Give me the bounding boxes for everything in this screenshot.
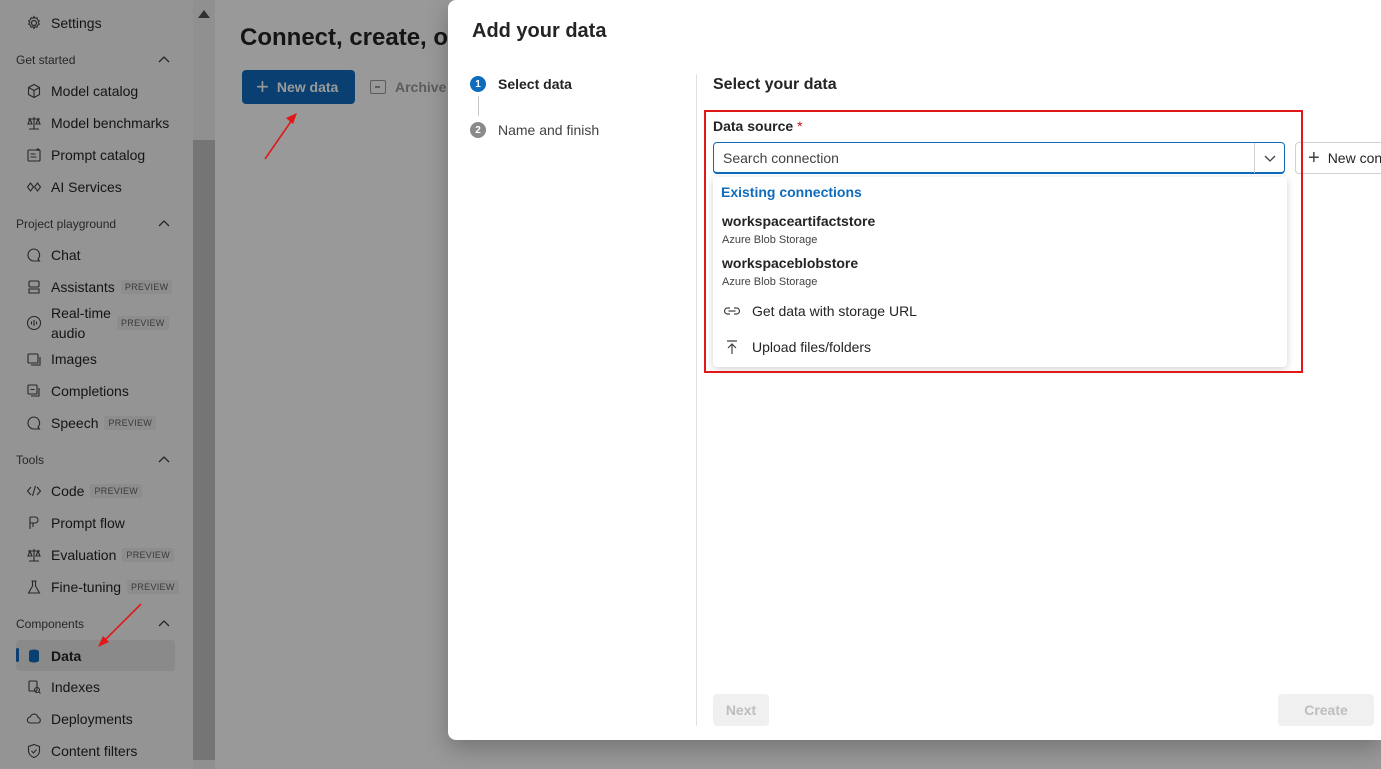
connection-option[interactable]: workspaceartifactstore Azure Blob Storag… xyxy=(722,213,875,246)
step-label: Select data xyxy=(498,76,572,92)
option-label: Upload files/folders xyxy=(752,339,872,355)
chevron-down-icon[interactable] xyxy=(1254,143,1284,173)
field-label: Data source xyxy=(713,118,794,134)
connection-dropdown-list: Existing connections workspaceartifactst… xyxy=(713,177,1287,367)
step-connector xyxy=(478,96,479,116)
button-label: New connection xyxy=(1327,150,1381,166)
upload-files-folders-option[interactable]: Upload files/folders xyxy=(722,339,871,355)
get-data-with-storage-url-option[interactable]: Get data with storage URL xyxy=(722,303,917,319)
plus-icon: + xyxy=(1308,147,1320,169)
option-label: Get data with storage URL xyxy=(752,303,917,319)
connection-name: workspaceartifactstore xyxy=(722,213,876,229)
link-icon xyxy=(722,305,742,317)
connection-name: workspaceblobstore xyxy=(722,255,859,271)
wizard-step-name-and-finish[interactable]: 2 Name and finish xyxy=(470,122,599,138)
new-connection-button[interactable]: + New connection xyxy=(1295,142,1381,174)
create-button[interactable]: Create xyxy=(1278,694,1374,726)
section-title: Select your data xyxy=(713,76,837,93)
step-number: 2 xyxy=(470,122,486,138)
next-button[interactable]: Next xyxy=(713,694,769,726)
connection-type: Azure Blob Storage xyxy=(722,234,818,246)
search-connection-input[interactable] xyxy=(723,149,1243,166)
step-label: Name and finish xyxy=(498,122,600,138)
connection-type: Azure Blob Storage xyxy=(722,276,818,288)
dialog-divider xyxy=(696,74,697,726)
wizard-step-select-data[interactable]: 1 Select data xyxy=(470,76,572,92)
data-source-combobox[interactable] xyxy=(713,142,1285,174)
existing-connections-header: Existing connections xyxy=(721,184,862,200)
connection-option[interactable]: workspaceblobstore Azure Blob Storage xyxy=(722,255,858,288)
data-source-label: Data source * xyxy=(713,118,803,134)
step-number: 1 xyxy=(470,76,486,92)
required-marker: * xyxy=(797,118,803,134)
dialog-title: Add your data xyxy=(472,20,607,42)
upload-icon xyxy=(722,339,742,355)
add-data-dialog: Add your data 1 Select data 2 Name and f… xyxy=(448,0,1381,740)
